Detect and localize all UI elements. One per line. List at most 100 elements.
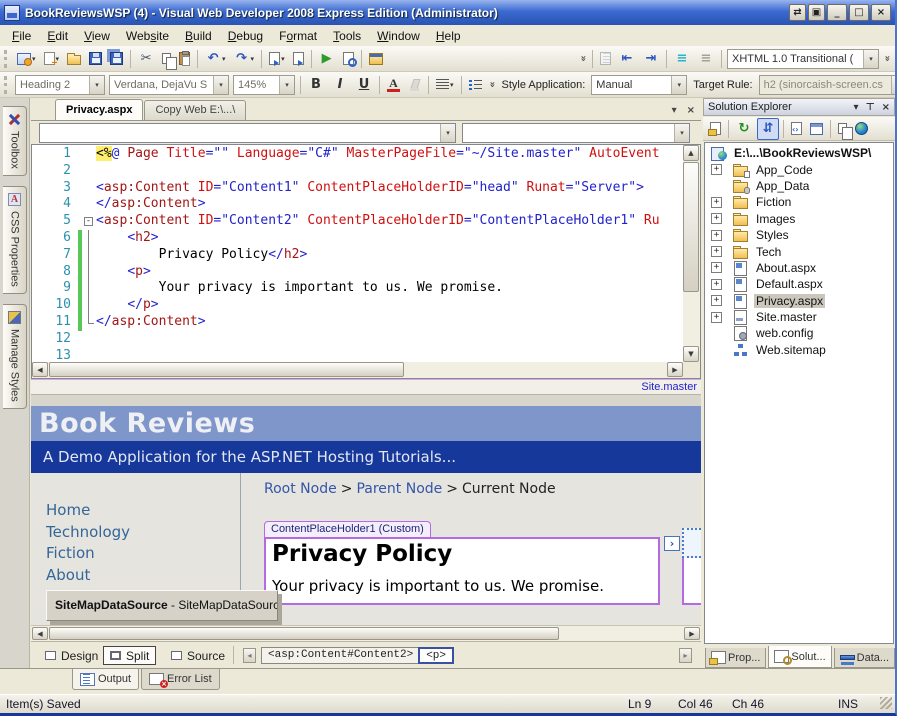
- save-button[interactable]: [86, 48, 105, 70]
- chevron-down-icon[interactable]: ▾: [853, 102, 858, 113]
- block-style-combo[interactable]: Heading 2▾: [15, 75, 105, 95]
- document-tab[interactable]: Copy Web E:\...\: [144, 100, 246, 120]
- code-line[interactable]: 7 Privacy Policy</h2>: [32, 247, 683, 264]
- code-line[interactable]: 9 Your privacy is important to us. We pr…: [32, 280, 683, 297]
- code-line[interactable]: 3<asp:Content ID="Content1" ContentPlace…: [32, 180, 683, 197]
- chevron-down-icon[interactable]: ▾: [279, 76, 294, 94]
- tree-item-web-config[interactable]: web.config: [705, 325, 893, 341]
- menu-item-format[interactable]: Format: [271, 27, 325, 45]
- expander-icon[interactable]: +: [711, 213, 722, 224]
- overflow-icon[interactable]: »: [486, 79, 497, 91]
- panel-tab-data[interactable]: Data...: [834, 648, 895, 668]
- tree-item-app-data[interactable]: App_Data: [705, 178, 893, 194]
- menu-item-build[interactable]: Build: [177, 27, 220, 45]
- view-in-browser-button[interactable]: [340, 48, 357, 70]
- chevron-down-icon[interactable]: ▾: [863, 50, 878, 68]
- editor-horizontal-scrollbar[interactable]: ◀ ▶: [32, 362, 683, 378]
- design-view-button[interactable]: Design: [39, 646, 104, 665]
- source-editor[interactable]: 1<%@ Page Title="" Language="C#" MasterP…: [31, 144, 701, 379]
- start-debugging-button[interactable]: ▶: [316, 48, 338, 70]
- view-designer-button[interactable]: [807, 118, 826, 140]
- italic-button[interactable]: I: [329, 74, 351, 96]
- new-window-button[interactable]: [366, 48, 386, 70]
- site-nav-link-about[interactable]: About: [46, 566, 90, 584]
- tree-item-web-sitemap[interactable]: Web.sitemap: [705, 342, 893, 358]
- scrollbar-thumb[interactable]: [683, 162, 699, 292]
- refresh-button[interactable]: ↻: [733, 118, 755, 140]
- menu-item-file[interactable]: File: [4, 27, 39, 45]
- solution-explorer-header[interactable]: Solution Explorer ▾ ⊤ ×: [703, 98, 895, 116]
- chevron-down-icon[interactable]: ▾: [213, 76, 228, 94]
- tree-item-privacy-aspx[interactable]: +Privacy.aspx: [705, 293, 893, 309]
- view-code-button[interactable]: [788, 118, 805, 140]
- uncomment-button[interactable]: ≡: [695, 48, 717, 70]
- navigate-backward-button[interactable]: ▾: [266, 48, 288, 70]
- chevron-down-icon[interactable]: ▾: [671, 76, 686, 94]
- minimize-button[interactable]: _: [827, 4, 847, 21]
- tag-navigator-tag[interactable]: <p>: [418, 647, 454, 664]
- paste-button[interactable]: [176, 48, 193, 70]
- tree-item-default-aspx[interactable]: +Default.aspx: [705, 276, 893, 292]
- close-icon[interactable]: ×: [882, 102, 890, 113]
- scroll-left-icon[interactable]: ◀: [32, 627, 48, 640]
- menu-item-debug[interactable]: Debug: [220, 27, 271, 45]
- expander-icon[interactable]: +: [711, 164, 722, 175]
- copy-button[interactable]: [159, 48, 174, 70]
- redo-button[interactable]: ↷▾: [231, 48, 258, 70]
- sitemapdatasource-control[interactable]: SiteMapDataSource - SiteMapDataSource1: [46, 590, 278, 621]
- tree-item-site-master[interactable]: +Site.master: [705, 309, 893, 325]
- chevron-down-icon[interactable]: ▾: [672, 105, 677, 116]
- scroll-left-icon[interactable]: ◀: [32, 362, 48, 377]
- undo-button[interactable]: ↶▾: [202, 48, 229, 70]
- toolwindow-tab-manage-styles[interactable]: Manage Styles: [3, 304, 27, 409]
- navigate-forward-button[interactable]: [290, 48, 307, 70]
- code-line[interactable]: 5-<asp:Content ID="Content2" ContentPlac…: [32, 213, 683, 230]
- scroll-up-icon[interactable]: ▲: [683, 145, 699, 161]
- master-page-label[interactable]: Site.master: [31, 379, 701, 395]
- decrease-indent-button[interactable]: ⇤: [616, 48, 638, 70]
- tree-item-fiction[interactable]: +Fiction: [705, 194, 893, 210]
- members-combo[interactable]: ▾: [462, 123, 690, 143]
- code-lines[interactable]: 1<%@ Page Title="" Language="C#" MasterP…: [32, 146, 683, 362]
- bold-button[interactable]: B: [305, 74, 327, 96]
- code-line[interactable]: 13: [32, 348, 683, 362]
- font-combo[interactable]: Verdana, DejaVu S▾: [109, 75, 229, 95]
- expander-icon[interactable]: +: [711, 279, 722, 290]
- panel-tab-solut[interactable]: Solut...: [768, 646, 831, 668]
- code-line[interactable]: 2: [32, 163, 683, 180]
- content-placeholder-region[interactable]: Privacy Policy Your privacy is important…: [264, 537, 660, 605]
- size-combo[interactable]: 145%▾: [233, 75, 295, 95]
- highlight-button[interactable]: [405, 74, 424, 96]
- target-rule-combo[interactable]: h2 (sinorcaish-screen.cs▾: [759, 75, 897, 95]
- toolwindow-tab-css-properties[interactable]: ACSS Properties: [3, 186, 27, 294]
- expander-icon[interactable]: +: [711, 246, 722, 257]
- code-line[interactable]: 4</asp:Content>: [32, 196, 683, 213]
- menu-item-tools[interactable]: Tools: [325, 27, 369, 45]
- site-nav-link-fiction[interactable]: Fiction: [46, 544, 95, 562]
- copy-website-button[interactable]: [835, 118, 850, 140]
- font-color-button[interactable]: A: [384, 74, 403, 96]
- expander-icon[interactable]: +: [711, 295, 722, 306]
- menu-item-website[interactable]: Website: [118, 27, 177, 45]
- tag-navigator-forward-icon[interactable]: ▸: [679, 648, 692, 663]
- scroll-right-icon[interactable]: ▶: [684, 627, 700, 640]
- restore-pane-button[interactable]: ▣: [808, 4, 825, 21]
- design-paragraph[interactable]: Your privacy is important to us. We prom…: [272, 577, 658, 595]
- split-view-button[interactable]: Split: [103, 646, 156, 665]
- scrollbar-thumb[interactable]: [49, 362, 404, 377]
- design-surface[interactable]: Book Reviews A Demo Application for the …: [31, 395, 701, 625]
- bullets-button[interactable]: [466, 74, 485, 96]
- overflow-icon[interactable]: »: [882, 53, 893, 65]
- pane-switch-button[interactable]: ⇄: [789, 4, 806, 21]
- alignment-button[interactable]: ▾: [433, 74, 457, 96]
- pin-icon[interactable]: ⊤: [865, 102, 874, 113]
- editor-vertical-scrollbar[interactable]: ▲ ▼: [683, 145, 700, 362]
- site-nav-link-technology[interactable]: Technology: [46, 523, 130, 541]
- design-horizontal-scrollbar[interactable]: ◀ ▶: [31, 625, 701, 641]
- save-all-button[interactable]: [107, 48, 126, 70]
- tree-item-about-aspx[interactable]: +About.aspx: [705, 260, 893, 276]
- chevron-down-icon[interactable]: ▾: [891, 76, 897, 94]
- document-tab[interactable]: Privacy.aspx: [55, 99, 143, 120]
- tree-item-styles[interactable]: +Styles: [705, 227, 893, 243]
- comment-button[interactable]: ≡: [671, 48, 693, 70]
